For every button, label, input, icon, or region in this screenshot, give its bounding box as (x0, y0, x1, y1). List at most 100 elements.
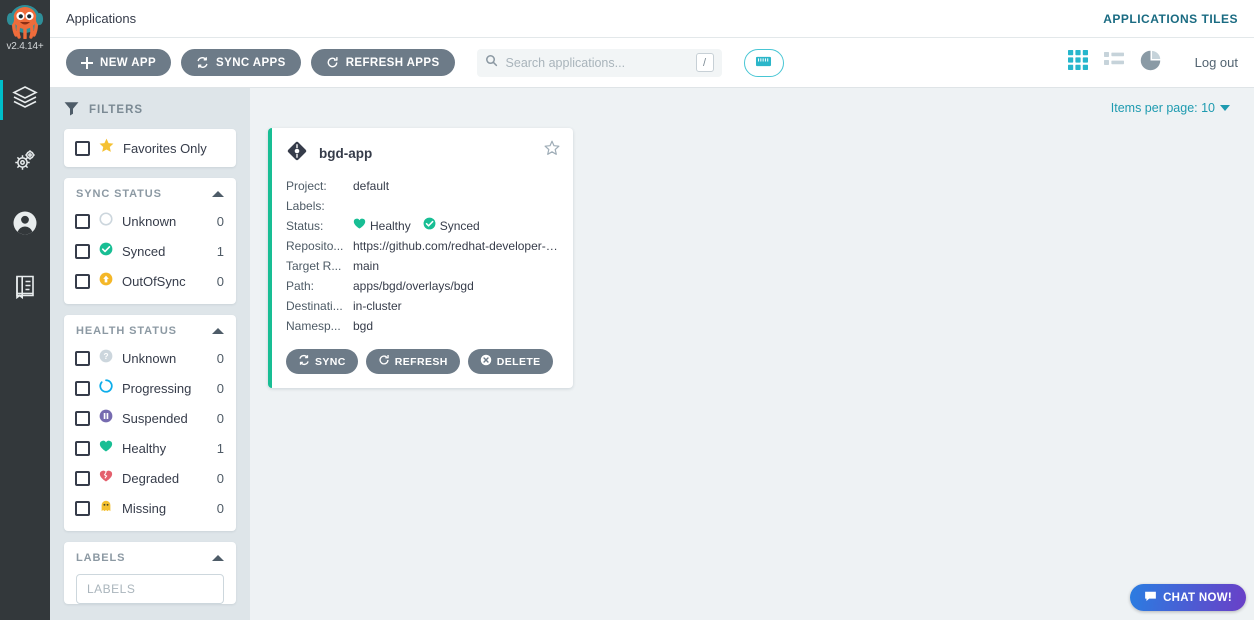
health-healthy-checkbox[interactable] (75, 440, 90, 456)
refresh-apps-label: REFRESH APPS (345, 56, 440, 69)
star-filled-icon (99, 138, 114, 158)
chevron-up-icon[interactable] (212, 555, 224, 561)
sidebar-item-settings[interactable] (0, 131, 50, 194)
list-view-icon[interactable] (1103, 50, 1124, 75)
chevron-up-icon[interactable] (212, 191, 224, 197)
view-mode-label: APPLICATIONS TILES (1103, 11, 1238, 26)
book-icon (12, 273, 38, 304)
card-delete-button[interactable]: DELETE (467, 349, 553, 374)
top-bar: Applications APPLICATIONS TILES (50, 0, 1254, 38)
application-card-actions: SYNC REFRESH DELETE (286, 349, 559, 374)
refresh-apps-button[interactable]: REFRESH APPS (310, 49, 455, 76)
sync-apps-label: SYNC APPS (216, 56, 286, 69)
health-suspended-checkbox[interactable] (75, 410, 90, 426)
health-healthy-label: Healthy (122, 440, 167, 456)
new-app-button[interactable]: NEW APP (66, 49, 172, 76)
sync-synced-count: 1 (216, 243, 224, 259)
heart-icon (353, 216, 366, 236)
labels-filter-card: LABELS (64, 542, 236, 604)
health-progressing-checkbox[interactable] (75, 380, 90, 396)
sidebar-item-user-info[interactable] (0, 194, 50, 257)
gears-icon (11, 146, 39, 179)
field-labels: Labels: (286, 196, 559, 216)
health-filter-suspended[interactable]: Suspended 0 (64, 403, 236, 433)
health-unknown-checkbox[interactable] (75, 350, 90, 366)
card-refresh-label: REFRESH (394, 355, 448, 368)
favorites-only-checkbox[interactable] (75, 140, 90, 156)
health-card-padding (64, 523, 236, 531)
pie-chart-view-icon[interactable] (1140, 50, 1161, 76)
health-filter-healthy[interactable]: Healthy 1 (64, 433, 236, 463)
labels-input-wrap[interactable] (76, 574, 224, 604)
labels-header[interactable]: LABELS (64, 542, 236, 570)
health-filter-progressing[interactable]: Progressing 0 (64, 373, 236, 403)
delete-circle-icon (480, 354, 492, 369)
health-progressing-count: 0 (216, 380, 224, 396)
sync-outofsync-checkbox[interactable] (75, 273, 90, 289)
check-circle-icon (99, 242, 113, 261)
card-sync-button[interactable]: SYNC (286, 349, 358, 374)
filter-funnel-icon (64, 101, 79, 119)
field-repository-value: https://github.com/redhat-developer-de..… (353, 239, 559, 253)
logout-link[interactable]: Log out (1195, 55, 1238, 70)
search-input[interactable] (497, 55, 696, 70)
health-unknown-label: Unknown (122, 350, 177, 366)
field-destination-value: in-cluster (353, 299, 402, 313)
sync-status-header[interactable]: SYNC STATUS (64, 178, 236, 206)
health-filter-missing[interactable]: Missing 0 (64, 493, 236, 523)
sync-filter-outofsync[interactable]: OutOfSync 0 (64, 266, 236, 296)
main-column: Applications APPLICATIONS TILES NEW APP … (50, 0, 1254, 620)
filters-title: FILTERS (89, 104, 144, 116)
keyboard-shortcuts-button[interactable] (743, 48, 784, 77)
labels-input[interactable] (87, 582, 213, 596)
field-project-key: Project: (286, 179, 327, 193)
sync-filter-unknown[interactable]: Unknown 0 (64, 206, 236, 236)
action-toolbar: NEW APP SYNC APPS REFRESH APPS Search ap… (50, 38, 1254, 88)
field-namespace-value: bgd (353, 319, 374, 333)
health-filter-degraded[interactable]: Degraded 0 (64, 463, 236, 493)
layers-icon (11, 83, 39, 116)
health-status-title: HEALTH STATUS (76, 325, 177, 337)
sync-unknown-checkbox[interactable] (75, 213, 90, 229)
chat-now-button[interactable]: CHAT NOW! (1130, 584, 1246, 611)
sync-filter-synced[interactable]: Synced 1 (64, 236, 236, 266)
applications-panel: Items per page: 10 bgd-app Project: defa… (250, 88, 1254, 620)
argocd-application-tiles-page: v2.4.14+ Applications APPLICATIONS TILES… (0, 0, 1254, 620)
items-per-page-selector[interactable]: Items per page: 10 (1111, 101, 1230, 115)
sync-synced-checkbox[interactable] (75, 243, 90, 259)
favorites-only-row[interactable]: Favorites Only (64, 129, 236, 167)
card-refresh-button[interactable]: REFRESH (365, 349, 460, 374)
sidebar-item-documentation[interactable] (0, 257, 50, 320)
sync-card-padding (64, 296, 236, 304)
application-card[interactable]: bgd-app Project: default Labels: Status: (268, 128, 573, 388)
field-status-value: Healthy Synced (353, 216, 480, 236)
field-repository-key: Reposito... (286, 239, 344, 253)
sync-apps-button[interactable]: SYNC APPS (181, 49, 301, 76)
health-status-header[interactable]: HEALTH STATUS (64, 315, 236, 343)
health-missing-count: 0 (216, 500, 224, 516)
favorite-star-button[interactable] (544, 140, 560, 156)
page-title: Applications (66, 11, 137, 26)
field-target-revision-value: main (353, 259, 380, 273)
chat-now-label: CHAT NOW! (1163, 591, 1232, 604)
plus-icon (81, 56, 93, 69)
search-icon (485, 54, 498, 72)
argo-octopus-logo[interactable] (0, 2, 50, 40)
tiles-view-icon[interactable] (1067, 50, 1088, 75)
user-icon (11, 209, 39, 242)
health-missing-checkbox[interactable] (75, 500, 90, 516)
filters-header: FILTERS (50, 98, 250, 129)
sync-status-text: Synced (439, 219, 480, 233)
chevron-up-icon[interactable] (212, 328, 224, 334)
keyboard-icon (755, 55, 772, 70)
new-app-label: NEW APP (100, 56, 157, 69)
favorites-only-label: Favorites Only (123, 140, 207, 156)
health-filter-unknown[interactable]: ? Unknown 0 (64, 343, 236, 373)
card-delete-label: DELETE (496, 355, 541, 368)
search-box[interactable]: / (476, 48, 722, 77)
version-label: v2.4.14+ (6, 41, 44, 52)
health-degraded-checkbox[interactable] (75, 470, 90, 486)
field-target-revision-key: Target R... (286, 259, 342, 273)
sidebar-item-applications[interactable] (0, 68, 50, 131)
sync-unknown-count: 0 (216, 213, 224, 229)
